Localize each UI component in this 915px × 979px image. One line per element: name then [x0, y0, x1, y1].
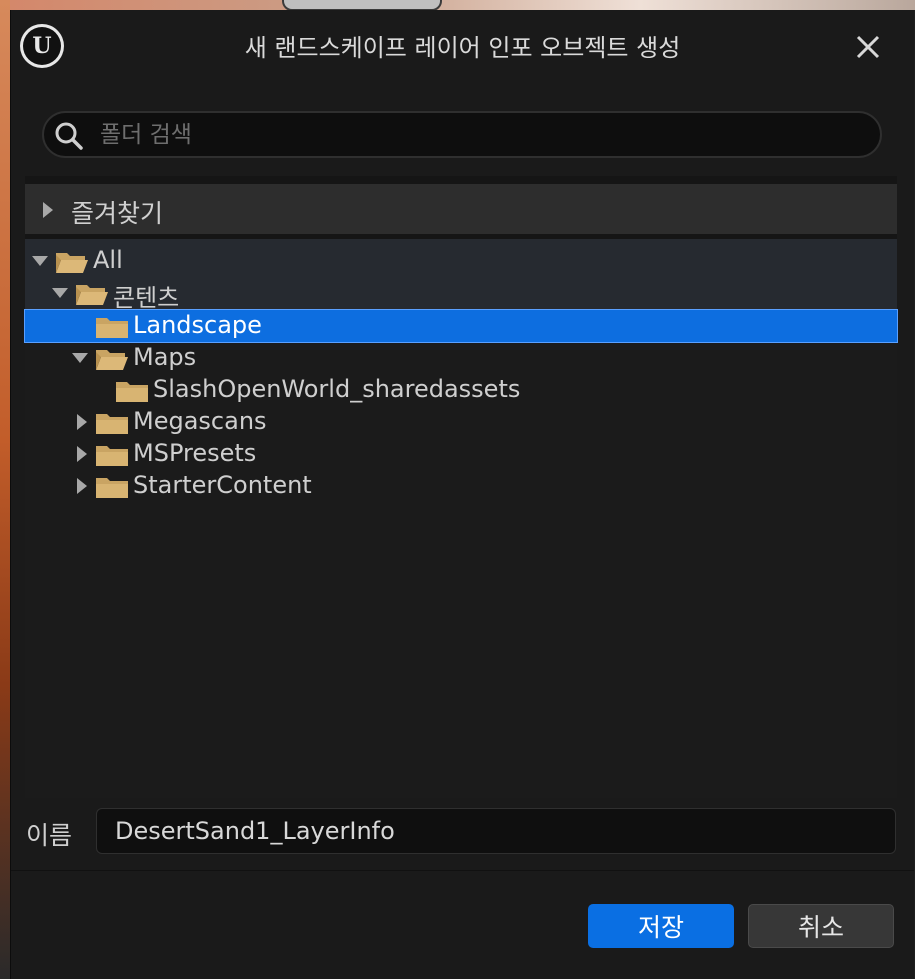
tree-item-maps[interactable]: Maps — [25, 342, 897, 374]
tree-item-content[interactable]: 콘텐츠 — [25, 277, 897, 312]
tree-item-label: All — [93, 246, 123, 274]
tree-item-slashopenworld-sharedassets[interactable]: SlashOpenWorld_sharedassets — [25, 374, 897, 406]
tree-item-label: SlashOpenWorld_sharedassets — [153, 375, 521, 403]
tree-item-label: Maps — [133, 343, 197, 371]
folder-icon — [96, 478, 128, 498]
save-button[interactable]: 저장 — [588, 904, 734, 948]
favorites-header[interactable]: 즐겨찾기 — [25, 184, 897, 234]
tree-item-startercontent[interactable]: StarterContent — [25, 470, 897, 502]
footer-divider — [11, 870, 914, 871]
tree-item-label: Megascans — [133, 407, 267, 435]
folder-icon — [96, 446, 128, 466]
name-field[interactable] — [96, 808, 896, 854]
folder-open-icon — [76, 285, 108, 305]
cancel-button[interactable]: 취소 — [748, 904, 894, 948]
folder-icon — [96, 414, 128, 434]
tree-item-label: MSPresets — [133, 439, 257, 467]
tree-item-label: 콘텐츠 — [113, 284, 180, 312]
folder-tree[interactable]: All 콘텐츠 Landscape Maps SlashOpenWorld_sh… — [24, 239, 898, 798]
name-input[interactable] — [113, 813, 887, 849]
expanded-arrow-icon[interactable] — [31, 254, 49, 268]
folder-browser-panel: 즐겨찾기 All 콘텐츠 Landscape Maps SlashOpenWor… — [24, 176, 898, 798]
tree-item-label: StarterContent — [133, 471, 312, 499]
search-icon — [55, 122, 83, 150]
expanded-arrow-icon[interactable] — [51, 286, 69, 300]
expanded-arrow-icon[interactable] — [71, 351, 89, 365]
tree-item-megascans[interactable]: Megascans — [25, 406, 897, 438]
name-field-label: 이름 — [26, 821, 73, 850]
close-button[interactable] — [851, 30, 885, 64]
dialog-title: 새 랜드스케이프 레이어 인포 오브젝트 생성 — [244, 34, 681, 62]
background-strip-top — [0, 0, 915, 10]
folder-search-input[interactable] — [98, 117, 862, 153]
title-bar[interactable]: U 새 랜드스케이프 레이어 인포 오브젝트 생성 — [11, 10, 914, 78]
close-icon — [856, 35, 880, 59]
folder-icon — [96, 318, 128, 338]
create-layer-info-dialog: U 새 랜드스케이프 레이어 인포 오브젝트 생성 즐겨찾기 — [10, 10, 914, 979]
collapsed-arrow-icon[interactable] — [75, 413, 89, 431]
folder-icon — [116, 382, 148, 402]
tree-item-label: Landscape — [133, 311, 262, 339]
collapsed-arrow-icon[interactable] — [75, 445, 89, 463]
tree-item-mspresets[interactable]: MSPresets — [25, 438, 897, 470]
folder-open-icon — [56, 253, 88, 273]
tree-item-landscape[interactable]: Landscape — [24, 309, 898, 343]
folder-search-box[interactable] — [42, 111, 882, 158]
background-strip-left — [0, 0, 10, 979]
collapsed-arrow-icon[interactable] — [75, 477, 89, 495]
tree-item-all[interactable]: All — [25, 245, 897, 277]
folder-open-icon — [96, 350, 128, 370]
favorites-label: 즐겨찾기 — [71, 199, 164, 228]
collapsed-arrow-icon[interactable] — [41, 201, 55, 219]
